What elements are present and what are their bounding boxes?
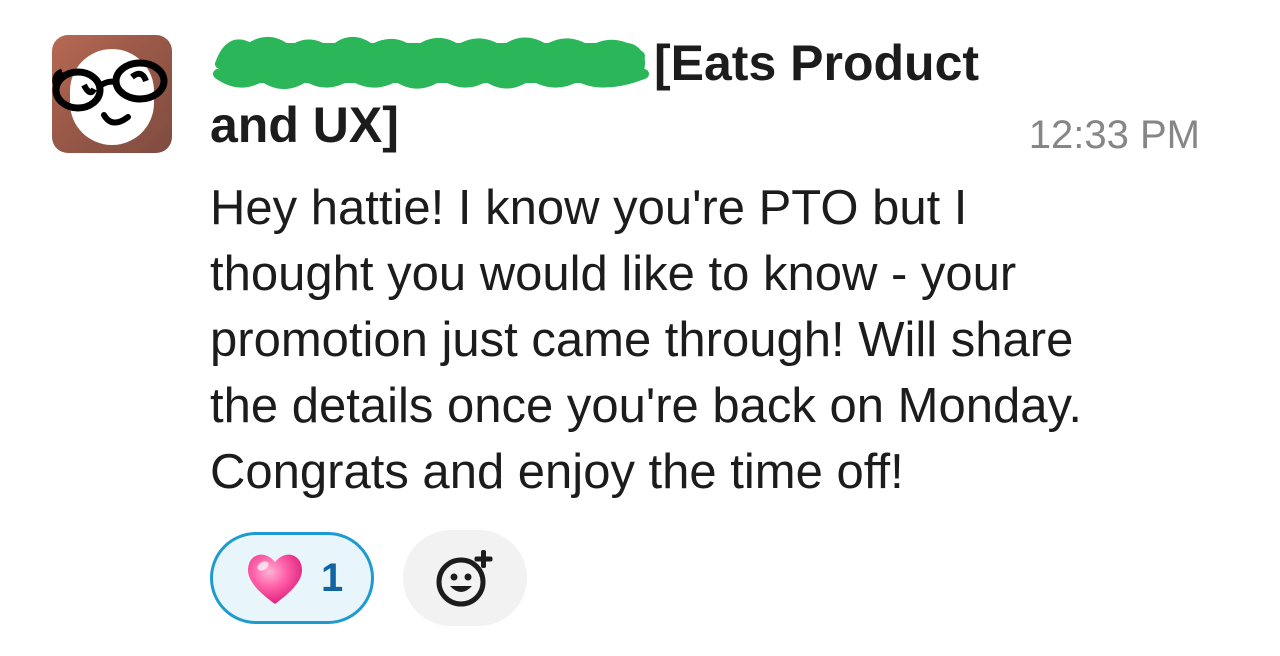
glasses-doodle-icon [52, 59, 168, 126]
heart-icon [248, 554, 302, 604]
avatar[interactable] [52, 35, 172, 153]
message-body: Hey hattie! I know you're PTO but I thou… [210, 181, 1082, 499]
add-reaction-button[interactable] [403, 530, 527, 626]
message-timestamp[interactable]: 12:33 PM [1029, 108, 1200, 162]
add-emoji-icon [436, 550, 493, 607]
redacted-name-scribble [213, 37, 649, 89]
chat-message: [Eats Product and UX] 12:33 PM Hey hatti… [0, 0, 1280, 656]
sender-team-line2: and UX] [210, 97, 399, 153]
reaction-count: 1 [321, 555, 344, 600]
heart-reaction-button[interactable]: 1 [210, 532, 374, 624]
sender-name[interactable]: [Eats Product and UX] [210, 30, 1030, 156]
sender-team-line1: [Eats Product [654, 35, 980, 91]
